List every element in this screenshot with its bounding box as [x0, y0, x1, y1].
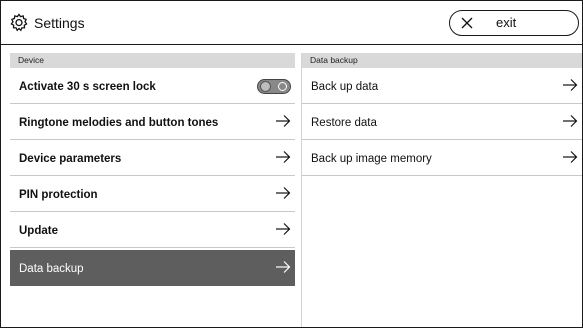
menu-item-label: Data backup	[19, 263, 84, 275]
device-panel: Device Activate 30 s screen lock Rington…	[10, 53, 295, 286]
close-icon	[461, 17, 473, 29]
menu-item-pin-protection[interactable]: PIN protection	[10, 176, 295, 212]
toggle-knob	[260, 81, 271, 92]
arrow-right-icon	[563, 151, 578, 163]
settings-window: Settings exit Device Activate 30 s scree…	[0, 0, 583, 328]
menu-item-label: Update	[19, 225, 58, 237]
arrow-right-icon	[276, 187, 291, 199]
arrow-right-icon	[276, 151, 291, 163]
menu-item-label: Device parameters	[19, 153, 122, 165]
arrow-right-icon	[563, 79, 578, 91]
menu-item-label: Back up image memory	[311, 153, 432, 165]
menu-item-label: Back up data	[311, 81, 379, 93]
menu-item-label: Restore data	[311, 117, 377, 129]
menu-item-back-up-data[interactable]: Back up data	[302, 68, 582, 104]
menu-item-screen-lock[interactable]: Activate 30 s screen lock	[10, 68, 295, 104]
gear-icon	[10, 13, 28, 32]
menu-item-device-parameters[interactable]: Device parameters	[10, 140, 295, 176]
arrow-right-icon	[276, 223, 291, 235]
menu-item-data-backup[interactable]: Data backup	[10, 250, 295, 286]
menu-item-update[interactable]: Update	[10, 212, 295, 248]
arrow-right-icon	[276, 115, 291, 127]
menu-item-back-up-image-memory[interactable]: Back up image memory	[302, 140, 582, 176]
menu-item-label: Ringtone melodies and button tones	[19, 117, 219, 129]
menu-item-ringtones[interactable]: Ringtone melodies and button tones	[10, 104, 295, 140]
arrow-right-icon	[563, 115, 578, 127]
menu-item-label: PIN protection	[19, 189, 98, 201]
screen-lock-toggle[interactable]	[257, 79, 291, 94]
exit-button[interactable]: exit	[449, 10, 579, 36]
menu-item-label: Activate 30 s screen lock	[19, 81, 156, 93]
arrow-right-icon	[276, 261, 291, 273]
header-bar: Settings exit	[1, 1, 582, 45]
section-header-device: Device	[10, 53, 295, 68]
page-title: Settings	[34, 15, 85, 31]
menu-item-restore-data[interactable]: Restore data	[302, 104, 582, 140]
exit-label: exit	[496, 15, 517, 30]
section-header-data-backup: Data backup	[302, 53, 582, 68]
data-backup-panel: Data backup Back up data Restore data Ba…	[301, 53, 582, 327]
toggle-off-indicator-icon	[278, 82, 287, 91]
